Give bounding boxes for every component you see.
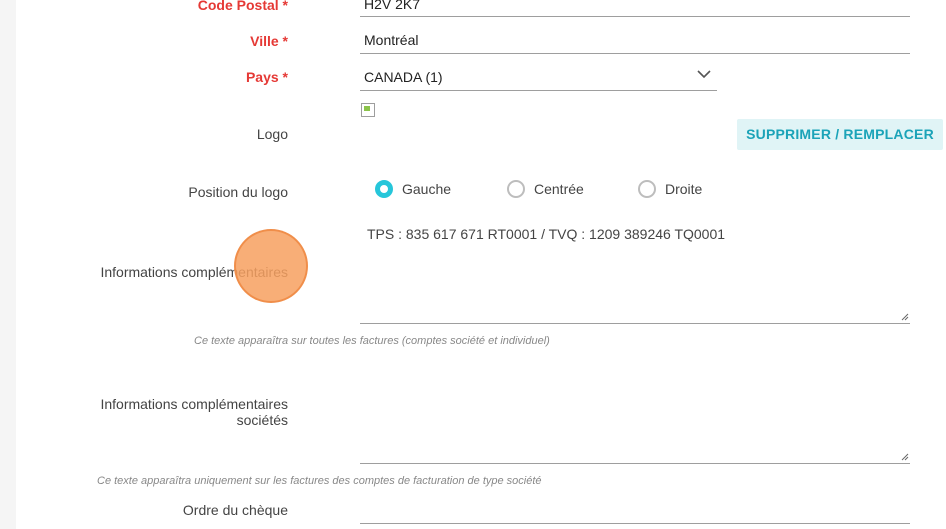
radio-left-label: Gauche xyxy=(402,181,452,197)
city-field[interactable]: Montréal xyxy=(360,28,910,54)
postal-code-label: Code Postal * xyxy=(197,0,288,13)
city-label: Ville * xyxy=(250,33,288,49)
radio-unchecked-icon xyxy=(638,180,656,198)
postal-code-value: H2V 2K7 xyxy=(364,0,421,12)
click-indicator xyxy=(234,229,308,303)
remove-replace-logo-button[interactable]: SUPPRIMER / REMPLACER xyxy=(737,119,943,150)
cheque-order-label: Ordre du chèque xyxy=(182,502,288,518)
radio-right-label: Droite xyxy=(665,181,703,197)
cheque-order-field[interactable] xyxy=(360,498,910,524)
city-value: Montréal xyxy=(364,32,419,48)
extra-info-company-hint: Ce texte apparaîtra uniquement sur les f… xyxy=(97,475,542,487)
country-label: Pays * xyxy=(245,69,288,85)
postal-code-field[interactable]: H2V 2K7 xyxy=(360,0,910,17)
radio-right[interactable]: Droite xyxy=(638,178,702,200)
radio-unchecked-icon xyxy=(507,180,525,198)
country-value: CANADA (1) xyxy=(364,69,443,85)
logo-label: Logo xyxy=(256,126,288,142)
extra-info-company-textarea[interactable] xyxy=(360,360,910,464)
logo-position-label: Position du logo xyxy=(188,184,288,200)
country-select[interactable]: CANADA (1) xyxy=(360,65,717,91)
radio-left[interactable]: Gauche xyxy=(375,178,451,200)
extra-info-company-label-line1: Informations complémentaires xyxy=(100,396,288,412)
extra-info-value: TPS : 835 617 671 RT0001 / TVQ : 1209 38… xyxy=(367,226,726,242)
extra-info-hint: Ce texte apparaîtra sur toutes les factu… xyxy=(194,335,550,347)
extra-info-textarea[interactable]: TPS : 835 617 671 RT0001 / TVQ : 1209 38… xyxy=(360,220,910,324)
resize-handle-icon[interactable] xyxy=(901,453,909,461)
radio-center-label: Centrée xyxy=(534,181,584,197)
chevron-down-icon xyxy=(697,70,711,79)
radio-checked-icon xyxy=(375,180,393,198)
radio-center[interactable]: Centrée xyxy=(507,178,584,200)
broken-image-icon xyxy=(361,103,375,117)
extra-info-company-label-line2: sociétés xyxy=(236,412,288,428)
resize-handle-icon[interactable] xyxy=(901,313,909,321)
